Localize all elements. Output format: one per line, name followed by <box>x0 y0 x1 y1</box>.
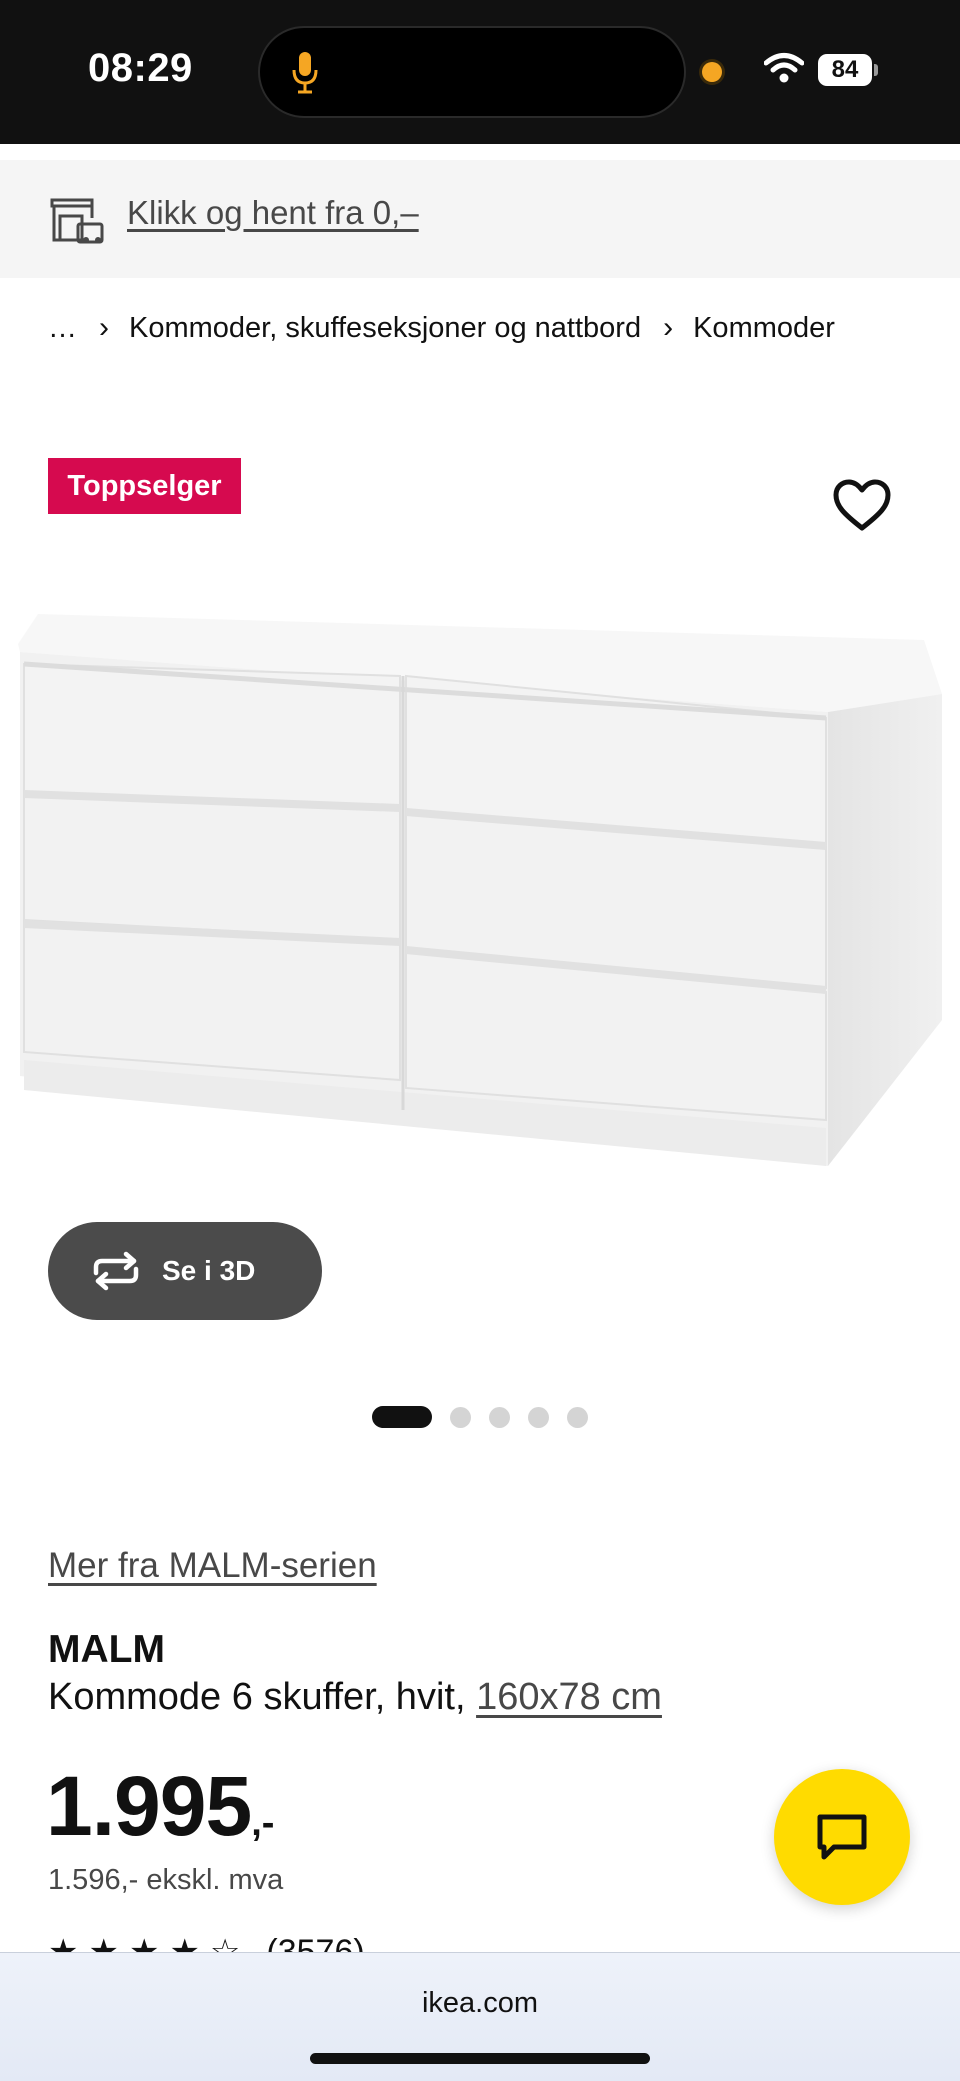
product-image[interactable] <box>18 600 942 1220</box>
price-amount: 1.995 <box>46 1759 252 1853</box>
carousel-dot[interactable] <box>450 1406 471 1428</box>
click-collect-link[interactable]: Klikk og hent fra 0,– <box>127 194 419 232</box>
price-suffix: ,- <box>251 1802 275 1844</box>
chat-icon <box>817 1814 867 1860</box>
breadcrumb-item-category[interactable]: Kommoder, skuffeseksjoner og nattbord <box>129 312 641 345</box>
battery-tip <box>874 64 878 76</box>
wifi-icon <box>764 53 804 83</box>
carousel-dot[interactable] <box>489 1406 510 1428</box>
home-indicator[interactable] <box>310 2053 650 2064</box>
product-page: 08:29 84 Klikk og hent fra 0,– … › Kommo… <box>0 0 960 2081</box>
dynamic-island <box>258 26 686 118</box>
heart-icon[interactable] <box>832 478 892 534</box>
breadcrumb-separator: › <box>663 311 674 344</box>
breadcrumb-ellipsis[interactable]: … <box>48 312 77 345</box>
view-3d-button[interactable]: Se i 3D <box>48 1222 322 1320</box>
store-icon <box>50 198 104 244</box>
carousel-dot-active[interactable] <box>372 1406 432 1428</box>
product-description-text: Kommode 6 skuffer, hvit, <box>48 1676 477 1718</box>
product-description: Kommode 6 skuffer, hvit, 160x78 cm <box>48 1676 662 1719</box>
browser-address-bar: ikea.com <box>0 1952 960 2081</box>
browser-url[interactable]: ikea.com <box>0 1987 960 2020</box>
chat-button[interactable] <box>774 1769 910 1905</box>
recording-indicator <box>702 62 722 82</box>
battery-icon: 84 <box>818 54 878 86</box>
size-link[interactable]: 160x78 cm <box>476 1676 662 1718</box>
series-link[interactable]: Mer fra MALM-serien <box>48 1546 377 1586</box>
carousel-dot[interactable] <box>567 1406 588 1428</box>
image-carousel-dots <box>372 1406 606 1428</box>
top-seller-badge: Toppselger <box>48 458 241 514</box>
status-time: 08:29 <box>88 46 193 90</box>
product-name: MALM <box>48 1628 165 1671</box>
status-bar: 08:29 84 <box>0 0 960 144</box>
price-excl-vat: 1.596,- ekskl. mva <box>48 1864 284 1896</box>
view-3d-label: Se i 3D <box>162 1255 256 1286</box>
product-price: 1.995,- <box>46 1758 274 1855</box>
breadcrumb-item-current[interactable]: Kommoder <box>693 312 835 345</box>
breadcrumb: … › Kommoder, skuffeseksjoner og nattbor… <box>48 308 835 348</box>
click-collect-banner: Klikk og hent fra 0,– <box>0 160 960 278</box>
battery-level: 84 <box>818 54 872 86</box>
breadcrumb-separator: › <box>99 311 109 344</box>
carousel-dot[interactable] <box>528 1406 549 1428</box>
rotate-icon <box>93 1251 139 1291</box>
microphone-icon <box>292 52 318 94</box>
